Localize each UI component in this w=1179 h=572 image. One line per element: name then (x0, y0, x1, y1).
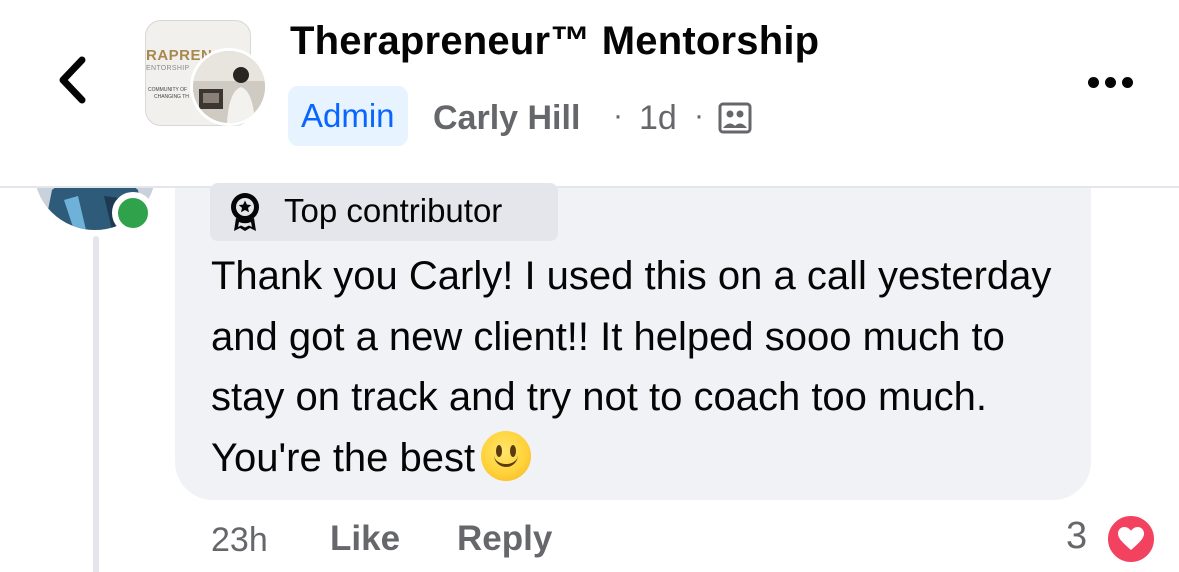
header-divider (0, 186, 1179, 188)
comment-timestamp: 23h (211, 521, 268, 559)
reply-button[interactable]: Reply (457, 519, 552, 559)
comment-text: Thank you Carly! I used this on a call y… (211, 246, 1081, 488)
back-button[interactable] (44, 48, 100, 112)
admin-badge: Admin (288, 86, 408, 146)
group-members-icon (718, 102, 752, 134)
slightly-smiling-face-emoji (481, 430, 532, 481)
reaction-count[interactable]: 3 (1066, 515, 1087, 558)
meta-separator: · (694, 99, 704, 132)
more-horizontal-icon (1087, 76, 1099, 88)
thumbnail-sub-text: ENTORSHIP (146, 65, 190, 72)
love-heart-icon[interactable] (1104, 512, 1158, 566)
post-timestamp[interactable]: 1d (639, 99, 677, 138)
badge-label: Top contributor (284, 192, 503, 229)
thumbnail-line-2: CHANGING TH (154, 94, 189, 100)
like-button[interactable]: Like (330, 519, 400, 559)
group-title[interactable]: Therapreneur™ Mentorship (290, 19, 819, 64)
award-ribbon-icon (231, 193, 259, 231)
meta-separator: · (613, 99, 623, 132)
thumbnail-line-1: COMMUNITY OF (148, 87, 188, 93)
thread-line (93, 236, 99, 572)
chevron-left-icon (59, 56, 86, 104)
more-options-button[interactable] (1082, 60, 1138, 104)
online-status-indicator (112, 192, 154, 234)
comment-body: Thank you Carly! I used this on a call y… (211, 254, 1052, 480)
post-header: RAPREN ENTORSHIP COMMUNITY OF CHANGING T… (0, 0, 1179, 186)
top-contributor-badge[interactable]: Top contributor (210, 183, 558, 241)
admin-avatar[interactable] (190, 48, 268, 126)
author-name[interactable]: Carly Hill (433, 99, 580, 138)
